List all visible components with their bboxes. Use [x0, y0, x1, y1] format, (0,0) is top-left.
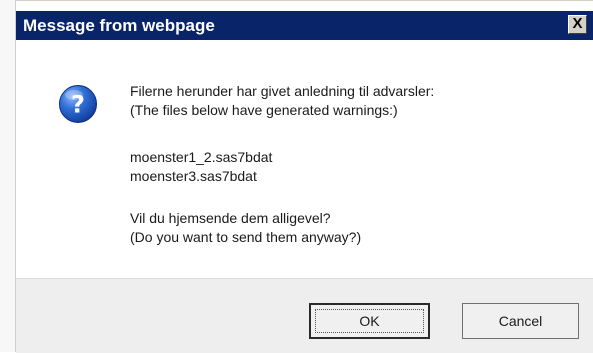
ok-button[interactable]: OK [309, 303, 430, 339]
question-text: Vil du hjemsende dem alligevel? (Do you … [130, 209, 361, 247]
question-line-english: (Do you want to send them anyway?) [130, 229, 362, 245]
dialog-title-bar[interactable]: Message from webpage X [16, 11, 593, 40]
dialog-content: ? Filerne herunder har givet anledning t… [16, 40, 593, 278]
intro-line-danish: Filerne herunder har givet anledning til… [130, 83, 435, 99]
close-icon: X [572, 15, 583, 32]
close-button[interactable]: X [568, 15, 587, 34]
question-line-danish: Vil du hjemsende dem alligevel? [130, 210, 331, 226]
intro-line-english: (The files below have generated warnings… [130, 102, 398, 118]
dialog-title: Message from webpage [23, 16, 215, 35]
file-item: moenster1_2.sas7bdat [130, 149, 273, 165]
cancel-button-label: Cancel [498, 313, 543, 329]
intro-text: Filerne herunder har givet anledning til… [130, 82, 434, 120]
cancel-button[interactable]: Cancel [462, 303, 579, 339]
message-dialog: Message from webpage X ? Filerne herunde… [15, 0, 593, 353]
background-edge [0, 0, 15, 352]
file-item: moenster3.sas7bdat [130, 168, 257, 184]
svg-text:?: ? [71, 91, 85, 119]
question-icon: ? [59, 85, 97, 123]
dialog-button-bar: OK Cancel [16, 278, 593, 353]
file-list: moenster1_2.sas7bdat moenster3.sas7bdat [130, 148, 272, 186]
focus-rectangle [315, 309, 424, 333]
